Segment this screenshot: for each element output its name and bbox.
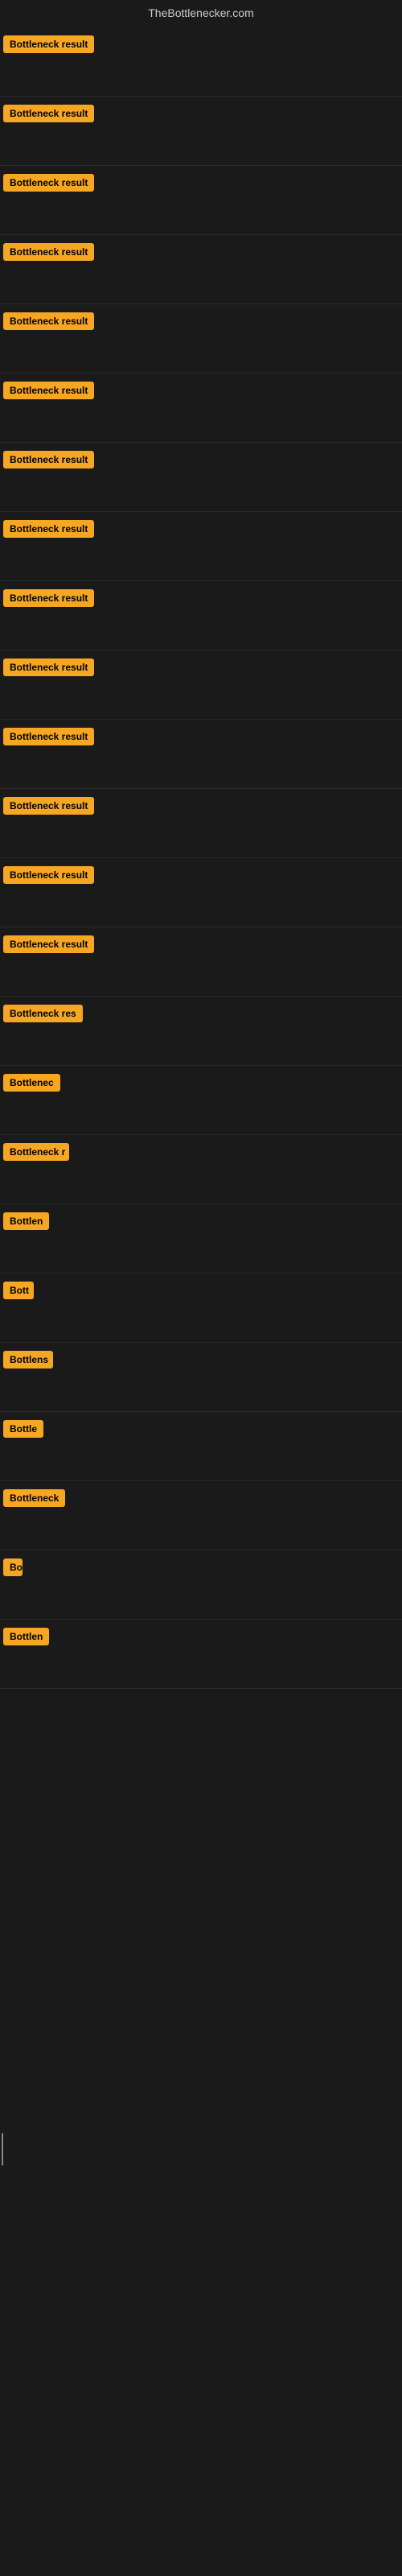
result-row-14[interactable]: Bottleneck result (0, 927, 402, 997)
bottleneck-badge-11[interactable]: Bottleneck result (3, 728, 94, 745)
result-row-18[interactable]: Bottlen (0, 1204, 402, 1274)
result-row-7[interactable]: Bottleneck result (0, 443, 402, 512)
result-row-16[interactable]: Bottlenec (0, 1066, 402, 1135)
result-row-20[interactable]: Bottlens (0, 1343, 402, 1412)
bottleneck-badge-15[interactable]: Bottleneck res (3, 1005, 83, 1022)
bottleneck-badge-3[interactable]: Bottleneck result (3, 174, 94, 192)
bottleneck-badge-9[interactable]: Bottleneck result (3, 589, 94, 607)
site-header: TheBottlenecker.com (0, 0, 402, 27)
result-row-22[interactable]: Bottleneck (0, 1481, 402, 1550)
result-row-6[interactable]: Bottleneck result (0, 374, 402, 443)
bottleneck-badge-23[interactable]: Bo (3, 1558, 23, 1576)
bottleneck-badge-18[interactable]: Bottlen (3, 1212, 49, 1230)
result-row-4[interactable]: Bottleneck result (0, 235, 402, 304)
bottleneck-badge-22[interactable]: Bottleneck (3, 1489, 65, 1507)
result-row-11[interactable]: Bottleneck result (0, 720, 402, 789)
cursor-indicator (2, 2133, 3, 2165)
bottleneck-badge-1[interactable]: Bottleneck result (3, 35, 94, 53)
bottleneck-badge-6[interactable]: Bottleneck result (3, 382, 94, 399)
bottleneck-badge-21[interactable]: Bottle (3, 1420, 43, 1438)
result-row-24[interactable]: Bottlen (0, 1620, 402, 1689)
site-title: TheBottlenecker.com (148, 6, 254, 19)
result-row-12[interactable]: Bottleneck result (0, 789, 402, 858)
bottleneck-badge-2[interactable]: Bottleneck result (3, 105, 94, 122)
result-row-9[interactable]: Bottleneck result (0, 581, 402, 650)
result-row-5[interactable]: Bottleneck result (0, 304, 402, 374)
bottleneck-badge-4[interactable]: Bottleneck result (3, 243, 94, 261)
result-row-13[interactable]: Bottleneck result (0, 858, 402, 927)
bottleneck-badge-17[interactable]: Bottleneck r (3, 1143, 69, 1161)
bottleneck-badge-24[interactable]: Bottlen (3, 1628, 49, 1645)
bottleneck-badge-5[interactable]: Bottleneck result (3, 312, 94, 330)
result-row-21[interactable]: Bottle (0, 1412, 402, 1481)
bottleneck-badge-19[interactable]: Bott (3, 1282, 34, 1299)
bottleneck-badge-14[interactable]: Bottleneck result (3, 935, 94, 953)
result-row-1[interactable]: Bottleneck result (0, 27, 402, 97)
bottleneck-badge-10[interactable]: Bottleneck result (3, 658, 94, 676)
result-row-23[interactable]: Bo (0, 1550, 402, 1620)
bottleneck-badge-20[interactable]: Bottlens (3, 1351, 53, 1368)
result-row-3[interactable]: Bottleneck result (0, 166, 402, 235)
result-row-10[interactable]: Bottleneck result (0, 650, 402, 720)
bottleneck-badge-12[interactable]: Bottleneck result (3, 797, 94, 815)
result-row-17[interactable]: Bottleneck r (0, 1135, 402, 1204)
results-container: Bottleneck result Bottleneck result Bottle… (0, 27, 402, 1689)
result-row-19[interactable]: Bott (0, 1274, 402, 1343)
result-row-2[interactable]: Bottleneck result (0, 97, 402, 166)
result-row-8[interactable]: Bottleneck result (0, 512, 402, 581)
result-row-15[interactable]: Bottleneck res (0, 997, 402, 1066)
bottleneck-badge-7[interactable]: Bottleneck result (3, 451, 94, 469)
bottleneck-badge-16[interactable]: Bottlenec (3, 1074, 60, 1092)
bottleneck-badge-13[interactable]: Bottleneck result (3, 866, 94, 884)
bottleneck-badge-8[interactable]: Bottleneck result (3, 520, 94, 538)
